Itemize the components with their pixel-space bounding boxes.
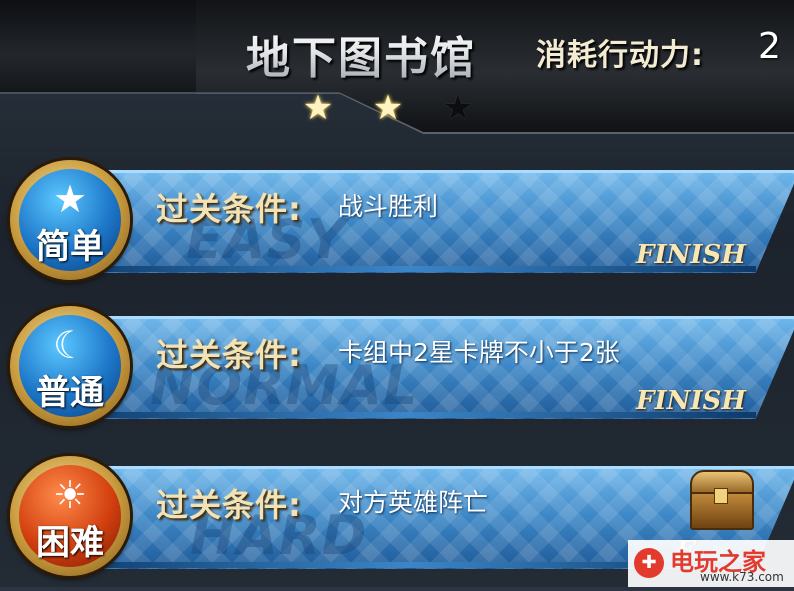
badge-core: ☀ 困难: [19, 465, 121, 567]
condition-label: 过关条件:: [156, 190, 302, 228]
site-watermark: ✚ 电玩之家 www.k73.com: [628, 540, 794, 587]
difficulty-label: 普通: [36, 373, 104, 413]
star-rating: ★ ★ ★: [298, 90, 478, 126]
stage-title: 地下图书馆: [246, 22, 476, 86]
difficulty-badge-hard: ☀ 困难: [10, 456, 130, 576]
condition-text: 战斗胜利: [338, 192, 439, 221]
condition-label: 过关条件:: [156, 336, 302, 374]
condition-row-normal[interactable]: NORMAL ☾ 普通 过关条件: 卡组中2星卡牌不小于2张 FINISH: [0, 296, 794, 441]
site-url: www.k73.com: [700, 570, 784, 584]
finish-status: FINISH: [636, 240, 746, 270]
condition-text: 对方英雄阵亡: [338, 488, 489, 517]
difficulty-label: 简单: [36, 227, 104, 267]
condition-row-easy[interactable]: EASY ★ 简单 过关条件: 战斗胜利 FINISH: [0, 150, 794, 295]
difficulty-badge-normal: ☾ 普通: [10, 306, 130, 426]
stage-header: 地下图书馆 消耗行动力: 2 ★ ★ ★: [0, 0, 794, 148]
treasure-chest-icon[interactable]: [690, 470, 754, 530]
star-empty-icon: ★: [442, 88, 474, 128]
condition-label: 过关条件:: [156, 486, 302, 524]
finish-status: FINISH: [636, 386, 746, 416]
condition-text: 卡组中2星卡牌不小于2张: [338, 338, 620, 367]
action-cost-value: 2: [758, 26, 781, 67]
gamepad-icon: ✚: [634, 548, 664, 578]
star-icon: ★: [52, 177, 88, 221]
sun-icon: ☀: [52, 473, 88, 517]
star-filled-icon: ★: [302, 88, 334, 128]
difficulty-label: 困难: [36, 523, 104, 563]
badge-core: ☾ 普通: [19, 315, 121, 417]
moon-icon: ☾: [52, 323, 88, 367]
action-cost-label: 消耗行动力:: [536, 38, 704, 73]
difficulty-badge-easy: ★ 简单: [10, 160, 130, 280]
star-filled-icon: ★: [372, 88, 404, 128]
chest-lock: [714, 488, 728, 504]
badge-core: ★ 简单: [19, 169, 121, 271]
